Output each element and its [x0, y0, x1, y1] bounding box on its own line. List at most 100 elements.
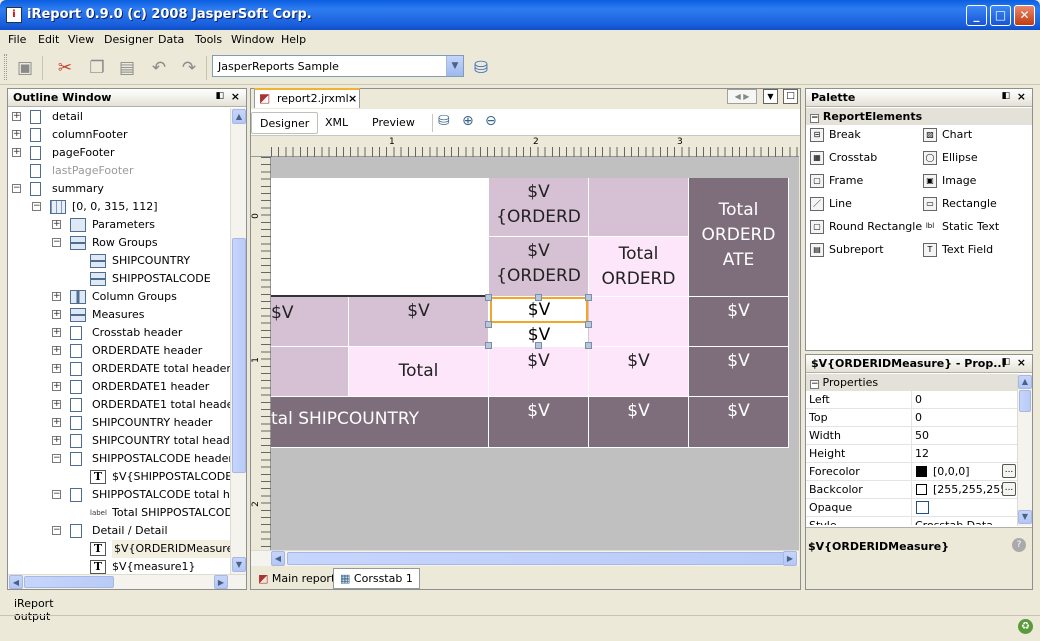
- tab-list-icon[interactable]: ▼: [763, 89, 778, 104]
- close-panel-icon[interactable]: ×: [1017, 90, 1026, 103]
- expand-icon[interactable]: +: [52, 436, 61, 445]
- crosstab-cell[interactable]: $V: [689, 347, 789, 397]
- expand-icon[interactable]: +: [52, 382, 61, 391]
- close-tab-icon[interactable]: ×: [348, 92, 357, 105]
- minimize-button[interactable]: _: [966, 5, 987, 26]
- close-panel-icon[interactable]: ×: [231, 90, 240, 103]
- view-tab-xml[interactable]: XML: [317, 112, 356, 134]
- zoom-in-icon[interactable]: ⊕: [462, 113, 474, 129]
- canvas-hscrollbar[interactable]: ◀ ▶: [251, 550, 799, 566]
- crosstab-cell[interactable]: [271, 347, 349, 397]
- tree-node[interactable]: T $V{measure1}: [8, 558, 230, 574]
- property-row[interactable]: Opaque: [806, 499, 1017, 517]
- tree-node[interactable]: + pageFooter: [8, 144, 230, 162]
- collapse-icon[interactable]: −: [810, 380, 819, 389]
- property-row[interactable]: Top 0: [806, 409, 1017, 427]
- crosstab-cell[interactable]: tal SHIPCOUNTRY: [271, 397, 489, 448]
- property-value[interactable]: [255,255,255]...: [911, 481, 1017, 498]
- properties-section[interactable]: − Properties: [806, 374, 1017, 391]
- menu-designer[interactable]: Designer: [104, 33, 153, 46]
- tree-node[interactable]: + Column Groups: [8, 288, 230, 306]
- tree-node[interactable]: − [0, 0, 315, 112]: [8, 198, 230, 216]
- tree-node[interactable]: SHIPCOUNTRY: [8, 252, 230, 270]
- resize-handle[interactable]: [485, 321, 492, 328]
- resize-handle[interactable]: [535, 294, 542, 301]
- hscroll-thumb[interactable]: [287, 552, 797, 565]
- property-value[interactable]: 50: [911, 427, 1017, 444]
- chevron-down-icon[interactable]: ▼: [446, 56, 463, 76]
- crosstab-cell[interactable]: $V: [689, 397, 789, 448]
- property-row[interactable]: Width 50: [806, 427, 1017, 445]
- maximize-editor-icon[interactable]: □: [783, 89, 798, 104]
- resize-handle[interactable]: [535, 342, 542, 349]
- save-icon[interactable]: ▣: [12, 55, 38, 81]
- property-row[interactable]: Height 12: [806, 445, 1017, 463]
- expand-icon[interactable]: +: [12, 112, 21, 121]
- scroll-right-icon[interactable]: ▶: [783, 551, 797, 566]
- crosstab-cell[interactable]: [589, 297, 689, 347]
- maximize-button[interactable]: □: [990, 5, 1011, 26]
- menu-window[interactable]: Window: [231, 33, 274, 46]
- resize-handle[interactable]: [485, 342, 492, 349]
- crosstab-cell[interactable]: $V: [489, 347, 589, 397]
- scroll-left-icon[interactable]: ◀: [271, 551, 285, 566]
- crosstab-cell[interactable]: $V: [349, 297, 489, 347]
- tree-node[interactable]: + ORDERDATE1 total header: [8, 396, 230, 414]
- scroll-up-icon[interactable]: ▲: [1018, 375, 1032, 389]
- crosstab-cell[interactable]: $V: [689, 297, 789, 347]
- tree-node[interactable]: − SHIPPOSTALCODE total hea: [8, 486, 230, 504]
- crosstab-cell[interactable]: $V {ORDERD: [489, 237, 589, 297]
- scroll-down-icon[interactable]: ▼: [232, 557, 246, 572]
- minimize-panel-icon[interactable]: ◧: [1001, 91, 1010, 101]
- tree-node[interactable]: + Parameters: [8, 216, 230, 234]
- crosstab-cell[interactable]: $V: [589, 347, 689, 397]
- tree-node[interactable]: SHIPPOSTALCODE: [8, 270, 230, 288]
- tree-node[interactable]: lastPageFooter: [8, 162, 230, 180]
- expand-icon[interactable]: +: [52, 418, 61, 427]
- expand-icon[interactable]: +: [52, 400, 61, 409]
- outline-hscrollbar[interactable]: ◀ ▶: [8, 574, 246, 589]
- hscroll-thumb[interactable]: [24, 576, 114, 588]
- menu-help[interactable]: Help: [281, 33, 306, 46]
- tab-main-report[interactable]: ◩ Main report: [254, 570, 339, 589]
- selected-detail-cell[interactable]: $V $V: [489, 297, 589, 347]
- minimize-panel-icon[interactable]: ◧: [1001, 357, 1010, 367]
- paste-icon[interactable]: ▤: [114, 55, 140, 81]
- crosstab-cell[interactable]: $V {ORDERD: [489, 178, 589, 237]
- expand-icon[interactable]: +: [52, 328, 61, 337]
- view-tab-preview[interactable]: Preview: [364, 112, 423, 134]
- collapse-icon[interactable]: −: [12, 184, 21, 193]
- scroll-right-icon[interactable]: ▶: [214, 575, 228, 589]
- tree-node[interactable]: T $V{SHIPPOSTALCODE}: [8, 468, 230, 486]
- property-row[interactable]: Backcolor [255,255,255]...: [806, 481, 1017, 499]
- crosstab-cell[interactable]: Total: [349, 347, 489, 397]
- tree-node[interactable]: + ORDERDATE total header: [8, 360, 230, 378]
- scroll-left-icon[interactable]: ◀: [9, 575, 23, 589]
- crosstab-cell[interactable]: Total ORDERD: [589, 237, 689, 297]
- tree-node[interactable]: + detail: [8, 108, 230, 126]
- properties-vscrollbar[interactable]: ▲ ▼: [1017, 374, 1032, 526]
- redo-icon[interactable]: ↷: [176, 55, 202, 81]
- tree-node[interactable]: + ORDERDATE header: [8, 342, 230, 360]
- property-value[interactable]: Crosstab Data ...: [911, 517, 1017, 525]
- expand-icon[interactable]: +: [52, 346, 61, 355]
- scroll-thumb[interactable]: [1019, 390, 1031, 412]
- expand-icon[interactable]: +: [52, 364, 61, 373]
- menu-edit[interactable]: Edit: [38, 33, 59, 46]
- crosstab-cell[interactable]: [589, 178, 689, 237]
- minimize-panel-icon[interactable]: ◧: [215, 91, 224, 101]
- collapse-icon[interactable]: −: [810, 114, 819, 123]
- tree-node[interactable]: + columnFooter: [8, 126, 230, 144]
- tab-report2[interactable]: ◩ report2.jrxml ×: [254, 88, 360, 108]
- close-panel-icon[interactable]: ×: [1017, 356, 1026, 369]
- expand-icon[interactable]: +: [52, 292, 61, 301]
- ellipsis-button[interactable]: ...: [1002, 482, 1016, 496]
- scroll-down-icon[interactable]: ▼: [1018, 510, 1032, 524]
- tree-node[interactable]: + SHIPCOUNTRY header: [8, 414, 230, 432]
- crosstab-cell[interactable]: [271, 178, 489, 297]
- help-icon[interactable]: ?: [1012, 538, 1026, 552]
- expand-icon[interactable]: +: [52, 220, 61, 229]
- tree-node[interactable]: − SHIPPOSTALCODE header: [8, 450, 230, 468]
- tab-ireport-output[interactable]: iReport output: [5, 595, 95, 623]
- tree-node[interactable]: + Crosstab header: [8, 324, 230, 342]
